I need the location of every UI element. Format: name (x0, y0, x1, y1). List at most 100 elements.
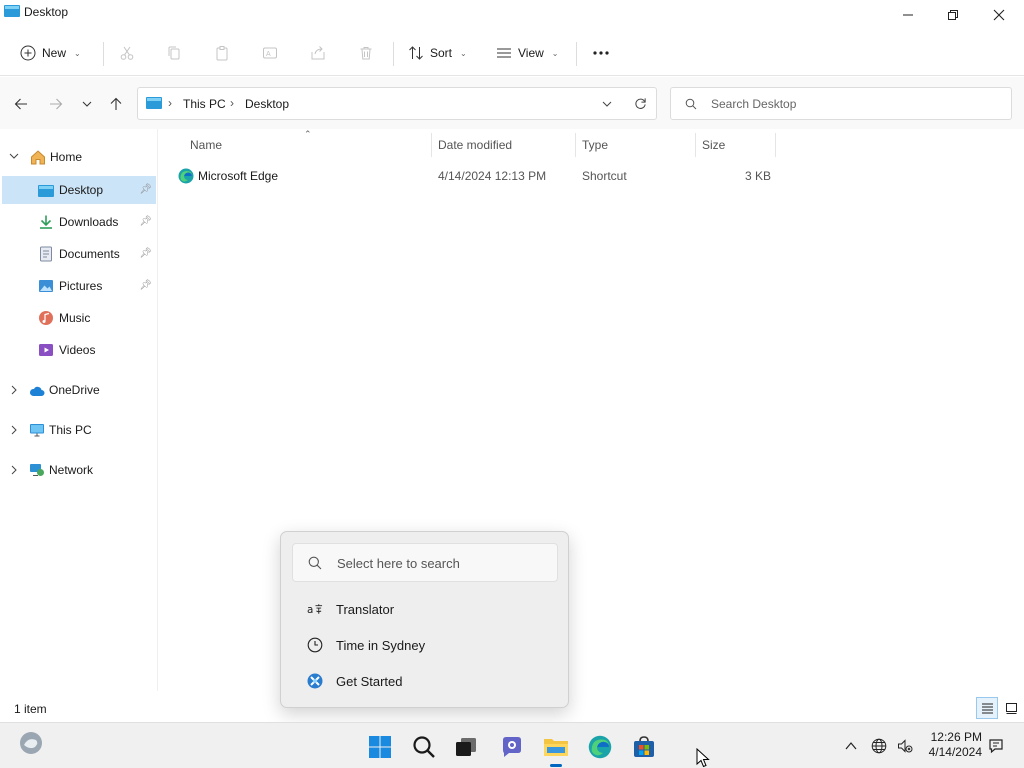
chevron-down-icon[interactable] (602, 99, 612, 109)
sidebar-item-pictures[interactable]: Pictures 📌︎ (2, 272, 156, 300)
column-header-size[interactable]: Size (702, 138, 725, 152)
clock-icon (307, 637, 323, 653)
search-box[interactable]: Search Desktop (670, 87, 1012, 120)
address-bar[interactable]: › This PC › Desktop (137, 87, 657, 120)
popup-item-get-started[interactable]: Get Started (301, 667, 551, 695)
chevron-right-icon[interactable] (9, 425, 19, 438)
delete-icon[interactable] (355, 42, 377, 64)
close-button[interactable] (976, 0, 1022, 30)
notifications-icon[interactable] (987, 737, 1005, 755)
task-view-icon[interactable] (450, 731, 482, 763)
up-arrow-icon (110, 97, 122, 110)
edge-icon[interactable] (584, 731, 616, 763)
pictures-icon (39, 280, 53, 292)
popup-search-input[interactable]: Select here to search (292, 543, 558, 582)
chevron-down-icon[interactable] (9, 151, 19, 164)
pane-divider[interactable] (157, 129, 158, 691)
documents-icon (40, 246, 52, 262)
store-icon[interactable] (628, 731, 660, 763)
column-divider[interactable] (431, 133, 432, 157)
details-view-button[interactable] (976, 697, 998, 719)
column-header-date-modified[interactable]: Date modified (438, 138, 512, 152)
more-icon[interactable] (590, 42, 612, 64)
view-button[interactable]: View ⌄ (496, 38, 559, 68)
pin-icon[interactable]: 📌︎ (139, 184, 152, 195)
sidebar-item-music[interactable]: Music (2, 304, 156, 332)
breadcrumb-separator-icon: › (168, 96, 172, 110)
column-divider[interactable] (575, 133, 576, 157)
sidebar-item-network[interactable]: Network (24, 456, 154, 484)
sidebar-item-label: Videos (59, 343, 96, 357)
network-status-icon[interactable] (870, 737, 888, 755)
up-button[interactable] (105, 94, 127, 114)
cloud-icon (29, 386, 45, 396)
column-header-name[interactable]: Name (190, 138, 222, 152)
popup-item-label: Translator (336, 601, 395, 617)
table-row[interactable]: Microsoft Edge 4/14/2024 12:13 PM Shortc… (160, 163, 780, 189)
chevron-down-icon: ⌄ (551, 48, 559, 58)
pin-icon[interactable]: 📌︎ (139, 280, 152, 291)
copy-icon[interactable] (163, 42, 185, 64)
view-label: View (518, 46, 544, 60)
popup-item-translator[interactable]: a Translator (301, 595, 551, 623)
svg-text:A: A (266, 51, 271, 58)
file-explorer-icon[interactable] (540, 731, 572, 767)
sort-icon (409, 46, 423, 60)
teams-chat-icon[interactable] (496, 731, 528, 763)
minimize-button[interactable] (885, 0, 931, 30)
cut-icon[interactable] (116, 42, 138, 64)
rename-icon[interactable]: A (259, 42, 281, 64)
sidebar-item-label: Downloads (59, 215, 119, 229)
column-divider[interactable] (695, 133, 696, 157)
widgets-icon[interactable] (15, 727, 47, 759)
share-icon[interactable] (307, 42, 329, 64)
edge-icon (178, 168, 194, 184)
clock[interactable]: 12:26 PM 4/14/2024 (924, 730, 982, 760)
sort-ascending-icon: ⌃ (304, 129, 312, 139)
chevron-down-icon: ⌄ (460, 48, 467, 58)
show-hidden-icons-button[interactable] (842, 737, 860, 755)
divider (393, 42, 394, 66)
sidebar-item-downloads[interactable]: Downloads 📌︎ (2, 208, 156, 236)
breadcrumb-this-pc[interactable]: This PC (183, 97, 226, 111)
sidebar-item-this-pc[interactable]: This PC (24, 416, 154, 444)
pin-icon[interactable]: 📌︎ (139, 216, 152, 227)
sidebar-item-label: Home (50, 150, 83, 164)
popup-item-time-in-sydney[interactable]: Time in Sydney (301, 631, 551, 659)
paste-icon[interactable] (211, 42, 233, 64)
navigation-row: › This PC › Desktop Search Desktop (0, 77, 1024, 129)
forward-button[interactable] (45, 94, 67, 114)
window-title: Desktop (24, 5, 69, 19)
sidebar-item-documents[interactable]: Documents 📌︎ (2, 240, 156, 268)
volume-muted-icon[interactable] (896, 737, 914, 755)
sidebar-item-label: Pictures (59, 279, 103, 293)
sidebar-item-onedrive[interactable]: OneDrive (24, 376, 154, 404)
sidebar-item-home[interactable]: Home (24, 143, 154, 171)
start-icon[interactable] (364, 731, 396, 763)
refresh-icon[interactable] (634, 97, 647, 110)
close-icon (993, 9, 1005, 21)
breadcrumb-desktop[interactable]: Desktop (245, 97, 289, 111)
desktop-folder-icon (4, 5, 20, 17)
column-divider[interactable] (775, 133, 776, 157)
popup-item-label: Get Started (336, 673, 403, 689)
sidebar-item-desktop[interactable]: Desktop 📌︎ (2, 176, 156, 204)
sort-button[interactable]: Sort ⌄ (408, 38, 467, 68)
minimize-icon (903, 14, 913, 16)
get-started-icon (307, 673, 323, 689)
chevron-right-icon[interactable] (9, 465, 19, 478)
new-button[interactable]: New ⌄ (20, 38, 81, 68)
search-icon[interactable] (408, 731, 440, 763)
pin-icon[interactable]: 📌︎ (139, 248, 152, 259)
videos-icon (39, 344, 53, 356)
tiles-view-button[interactable] (1000, 697, 1022, 719)
chevron-right-icon[interactable] (9, 385, 19, 398)
column-header-type[interactable]: Type (582, 138, 608, 152)
translator-icon: a (307, 601, 323, 617)
back-button[interactable] (10, 94, 32, 114)
restore-button[interactable] (930, 0, 976, 30)
popup-item-label: Time in Sydney (336, 637, 426, 653)
sidebar-item-videos[interactable]: Videos (2, 336, 156, 364)
recent-locations-button[interactable] (76, 94, 98, 114)
clock-time: 12:26 PM (930, 730, 982, 744)
